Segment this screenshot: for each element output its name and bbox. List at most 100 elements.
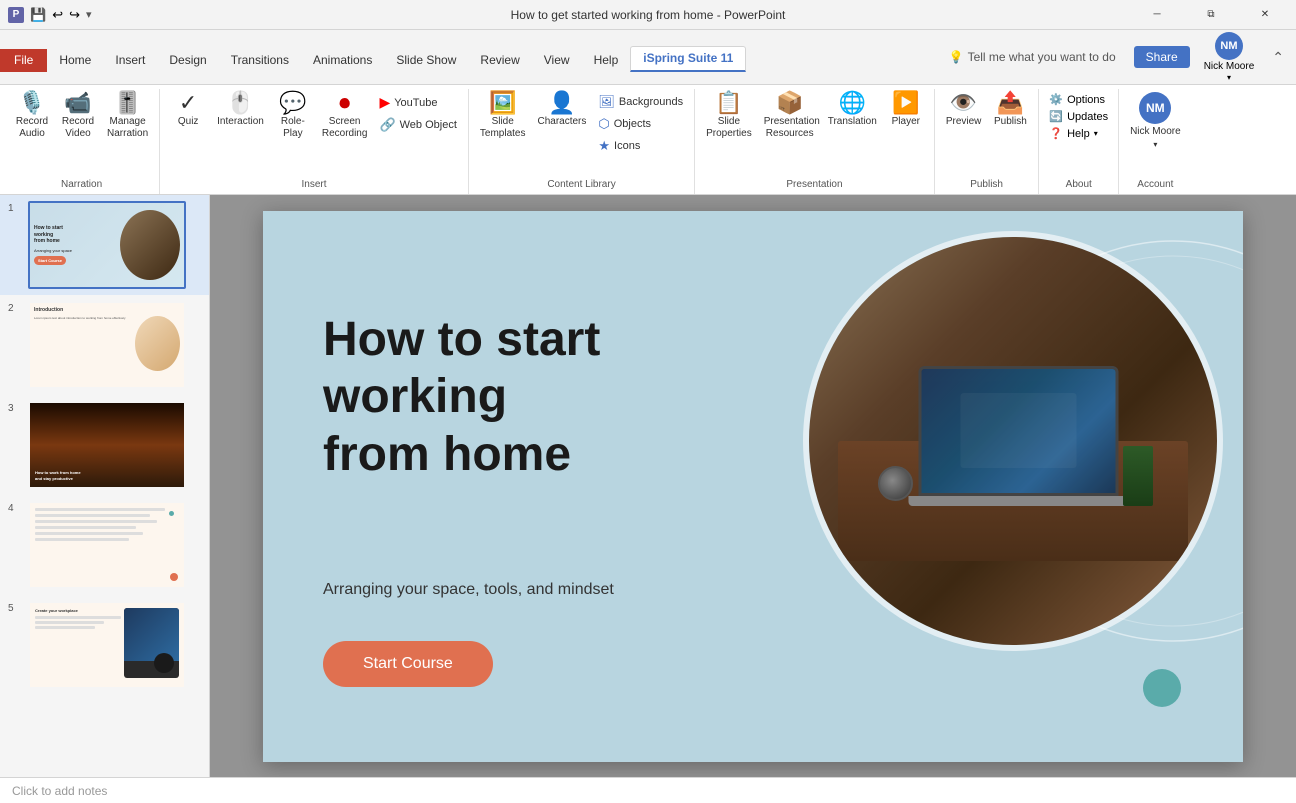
presentation-group-label: Presentation bbox=[701, 177, 928, 190]
preview-button[interactable]: 👁️ Preview bbox=[941, 89, 987, 131]
pres-resources-icon: 📦 bbox=[776, 92, 803, 114]
backgrounds-button[interactable]: 🖼 Backgrounds bbox=[593, 92, 688, 112]
quiz-icon: ✓ bbox=[179, 92, 197, 114]
characters-button[interactable]: 👤 Characters bbox=[532, 89, 591, 131]
avatar: NM bbox=[1215, 32, 1243, 60]
tell-me-bar[interactable]: 💡 Tell me what you want to do bbox=[939, 50, 1126, 64]
title-bar-left: P 💾 ↩ ↪ ▾ bbox=[8, 7, 92, 23]
account-arrow-icon: ▾ bbox=[1153, 140, 1157, 149]
account-button[interactable]: NM Nick Moore ▾ bbox=[1198, 30, 1261, 84]
tab-file[interactable]: File bbox=[0, 49, 47, 72]
slide-img-2: Introduction Lorem ipsum text about intr… bbox=[28, 301, 186, 389]
insert-small-buttons: ▶ YouTube 🔗 Web Object bbox=[374, 89, 461, 135]
objects-button[interactable]: ⬡ Objects bbox=[593, 114, 688, 134]
account-items: NM Nick Moore ▾ bbox=[1125, 89, 1186, 177]
help-dropdown-icon: ▾ bbox=[1094, 129, 1098, 138]
record-audio-button[interactable]: 🎙️ RecordAudio bbox=[10, 89, 54, 143]
ribbon-group-about: ⚙️ Options 🔄 Updates ❓ Help ▾ About bbox=[1039, 89, 1119, 194]
slide-img-1: How to startworkingfrom home Arranging y… bbox=[28, 201, 186, 289]
options-button[interactable]: ⚙️ Options bbox=[1045, 92, 1112, 107]
slide-templates-button[interactable]: 🖼️ SlideTemplates bbox=[475, 89, 531, 143]
ribbon-actions: 💡 Tell me what you want to do Share NM N… bbox=[931, 30, 1296, 84]
ribbon-group-presentation: 📋 SlideProperties 📦 PresentationResource… bbox=[695, 89, 935, 194]
narration-manage-icon: 🎚️ bbox=[114, 92, 141, 114]
tab-insert[interactable]: Insert bbox=[103, 49, 157, 72]
tab-animations[interactable]: Animations bbox=[301, 49, 384, 72]
web-object-button[interactable]: 🔗 Web Object bbox=[374, 115, 461, 135]
screen-recording-button[interactable]: ⏺ ScreenRecording bbox=[317, 89, 373, 143]
title-bar: P 💾 ↩ ↪ ▾ How to get started working fro… bbox=[0, 0, 1296, 30]
undo-icon[interactable]: ↩ bbox=[52, 7, 63, 23]
manage-narration-button[interactable]: 🎚️ ManageNarration bbox=[102, 89, 153, 143]
account-dropdown-icon: ▾ bbox=[1227, 73, 1231, 82]
publish-button[interactable]: 📤 Publish bbox=[988, 89, 1032, 131]
mic-icon: 🎙️ bbox=[18, 92, 45, 114]
title-bar-right: ─ ⧉ ✕ bbox=[1134, 0, 1288, 30]
interaction-button[interactable]: 🖱️ Interaction bbox=[212, 89, 269, 131]
tab-transitions[interactable]: Transitions bbox=[219, 49, 301, 72]
minimize-button[interactable]: ─ bbox=[1134, 0, 1180, 30]
presentation-resources-button[interactable]: 📦 PresentationResources bbox=[759, 89, 821, 143]
icons-icon: ★ bbox=[598, 138, 610, 154]
window-title: How to get started working from home - P… bbox=[511, 8, 786, 22]
translation-button[interactable]: 🌐 Translation bbox=[823, 89, 882, 131]
hero-image-inner bbox=[809, 237, 1217, 645]
slide-img-5: Create your workplace bbox=[28, 601, 186, 689]
ribbon: 🎙️ RecordAudio 📹 RecordVideo 🎚️ ManageNa… bbox=[0, 85, 1296, 195]
app-icon: P bbox=[8, 7, 24, 23]
slide-templates-icon: 🖼️ bbox=[489, 92, 516, 114]
slide-thumb-4[interactable]: 4 bbox=[0, 495, 209, 595]
ribbon-tabs: File Home Insert Design Transitions Anim… bbox=[0, 42, 931, 72]
help-icon: ❓ bbox=[1049, 127, 1063, 140]
backgrounds-icon: 🖼 bbox=[598, 94, 615, 110]
restore-button[interactable]: ⧉ bbox=[1188, 0, 1234, 30]
user-avatar: NM bbox=[1139, 92, 1171, 124]
nick-moore-button[interactable]: NM Nick Moore ▾ bbox=[1125, 89, 1186, 152]
slide-thumb-1[interactable]: 1 How to startworkingfrom home Arranging… bbox=[0, 195, 209, 295]
help-button[interactable]: ❓ Help ▾ bbox=[1045, 126, 1112, 141]
content-library-items: 🖼️ SlideTemplates 👤 Characters 🖼 Backgro… bbox=[475, 89, 688, 177]
slide-panel[interactable]: 1 How to startworkingfrom home Arranging… bbox=[0, 195, 210, 777]
save-icon[interactable]: 💾 bbox=[30, 7, 46, 23]
player-icon: ▶️ bbox=[892, 92, 919, 114]
ribbon-group-insert: ✓ Quiz 🖱️ Interaction 💬 Role-Play ⏺ Scre… bbox=[160, 89, 469, 194]
share-button[interactable]: Share bbox=[1134, 46, 1190, 68]
updates-icon: 🔄 bbox=[1049, 110, 1063, 123]
slide-thumb-5[interactable]: 5 Create your workplace bbox=[0, 595, 209, 695]
redo-icon[interactable]: ↪ bbox=[69, 7, 80, 23]
record-video-button[interactable]: 📹 RecordVideo bbox=[56, 89, 100, 143]
web-object-icon: 🔗 bbox=[379, 117, 395, 133]
slide-canvas[interactable]: How to startworkingfrom home Arranging y… bbox=[263, 211, 1243, 762]
presentation-items: 📋 SlideProperties 📦 PresentationResource… bbox=[701, 89, 928, 177]
lightbulb-icon: 💡 bbox=[949, 50, 964, 64]
notes-bar[interactable]: Click to add notes bbox=[0, 777, 1296, 803]
close-button[interactable]: ✕ bbox=[1242, 0, 1288, 30]
notes-placeholder: Click to add notes bbox=[12, 784, 107, 798]
icons-button[interactable]: ★ Icons bbox=[593, 136, 688, 156]
ribbon-collapse-button[interactable]: ⌃ bbox=[1268, 49, 1288, 66]
tab-view[interactable]: View bbox=[532, 49, 582, 72]
content-library-small: 🖼 Backgrounds ⬡ Objects ★ Icons bbox=[593, 89, 688, 156]
tab-ispring[interactable]: iSpring Suite 11 bbox=[630, 46, 746, 72]
tab-design[interactable]: Design bbox=[157, 49, 218, 72]
slide-properties-button[interactable]: 📋 SlideProperties bbox=[701, 89, 757, 143]
updates-button[interactable]: 🔄 Updates bbox=[1045, 109, 1112, 124]
options-icon: ⚙️ bbox=[1049, 93, 1063, 106]
tab-slideshow[interactable]: Slide Show bbox=[384, 49, 468, 72]
player-button[interactable]: ▶️ Player bbox=[884, 89, 928, 131]
slide-num-2: 2 bbox=[8, 301, 22, 314]
tab-review[interactable]: Review bbox=[468, 49, 531, 72]
insert-items: ✓ Quiz 🖱️ Interaction 💬 Role-Play ⏺ Scre… bbox=[166, 89, 462, 177]
slide-img-4 bbox=[28, 501, 186, 589]
slide-thumb-2[interactable]: 2 Introduction Lorem ipsum text about in… bbox=[0, 295, 209, 395]
youtube-button[interactable]: ▶ YouTube bbox=[374, 92, 461, 113]
quiz-button[interactable]: ✓ Quiz bbox=[166, 89, 210, 131]
start-course-button[interactable]: Start Course bbox=[323, 641, 493, 687]
tab-help[interactable]: Help bbox=[582, 49, 631, 72]
slide-thumb-3[interactable]: 3 How to work from homeand stay producti… bbox=[0, 395, 209, 495]
slide-num-4: 4 bbox=[8, 501, 22, 514]
role-play-button[interactable]: 💬 Role-Play bbox=[271, 89, 315, 143]
tab-home[interactable]: Home bbox=[47, 49, 103, 72]
tell-me-text[interactable]: Tell me what you want to do bbox=[968, 50, 1116, 64]
customize-icon[interactable]: ▾ bbox=[86, 8, 92, 21]
